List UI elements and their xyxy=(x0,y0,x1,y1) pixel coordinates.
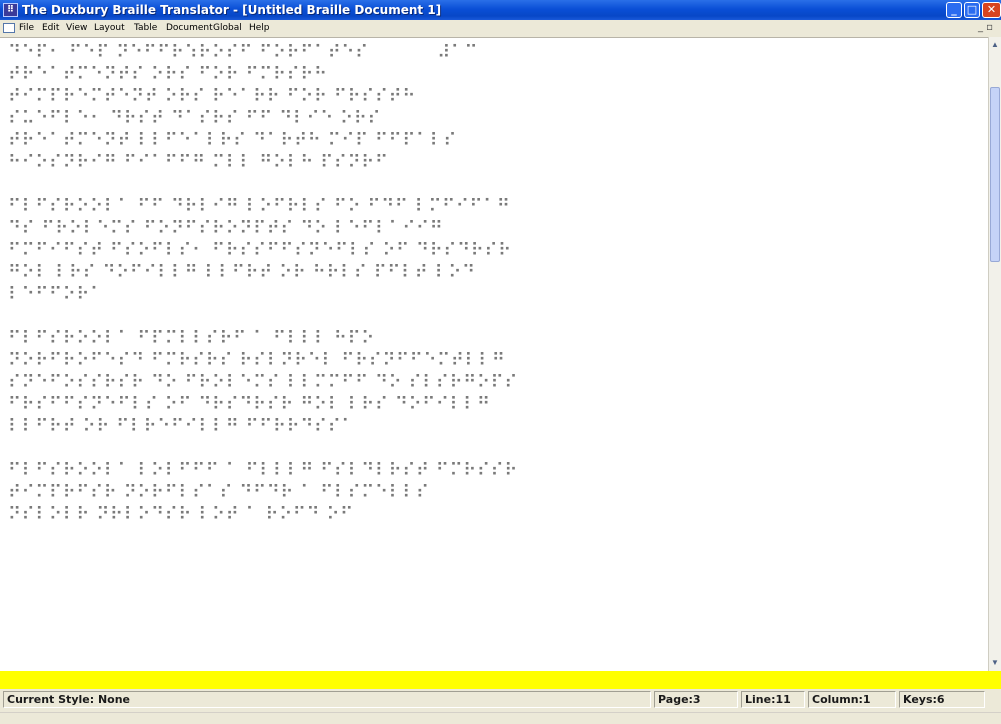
braille-line: ⠝⠎⠇⠕⠇⠗ ⠝⠗⠇⠕⠙⠎⠗ ⠇⠕⠞ ⠁ ⠗⠕⠋⠙ ⠕⠋ xyxy=(8,504,354,525)
braille-line: ⠞⠗⠑⠁⠞⠍⠑⠝⠞ ⠇⠇⠋⠑⠁⠇⠗⠎ ⠙⠁⠗⠞⠓ ⠍⠊⠏ ⠋⠋⠏⠁⠇⠎ xyxy=(8,130,458,151)
status-current-style: Current Style: None xyxy=(3,691,651,708)
status-bar: Current Style: None Page:3 Line:11 Colum… xyxy=(0,689,1001,712)
menu-document[interactable]: Document xyxy=(166,23,213,33)
scroll-down-arrow-icon[interactable]: ▼ xyxy=(989,657,1001,669)
menu-layout[interactable]: Layout xyxy=(94,23,125,33)
braille-line: ⠎⠝⠑⠋⠕⠎⠎⠗⠎⠗ ⠙⠕ ⠋⠗⠕⠇⠑⠍⠎ ⠇⠇⠍⠍⠋⠋ ⠙⠕ ⠎⠇⠎⠗⠛⠕⠏⠎ xyxy=(8,372,519,393)
braille-line: ⠞⠊⠍⠏⠗⠑⠍⠞⠑⠝⠞ ⠕⠗⠎ ⠗⠑⠁⠗⠗ ⠋⠕⠗ ⠋⠗⠎⠎⠞⠓ xyxy=(8,86,417,107)
braille-line: ⠋⠇⠋⠎⠗⠕⠕⠇⠁ ⠇⠕⠇⠋⠋⠋ ⠁ ⠋⠇⠇⠇⠛ ⠋⠎⠇⠙⠇⠗⠎⠞ ⠋⠍⠗⠎⠎⠗ xyxy=(8,460,519,481)
duxbury-app-icon[interactable]: ⠿ xyxy=(3,3,18,17)
menu-global[interactable]: Global xyxy=(213,23,242,33)
braille-line: ⠋⠇⠋⠎⠗⠕⠕⠇⠁ ⠋⠏⠍⠇⠇⠎⠗⠋ ⠁ ⠋⠇⠇⠇ ⠓⠏⠕ xyxy=(8,328,375,349)
title-bar: ⠿ The Duxbury Braille Translator - [Unti… xyxy=(0,0,1001,20)
braille-line: ⠇⠑⠋⠋⠕⠗⠁ xyxy=(8,284,104,305)
window-title: The Duxbury Braille Translator - [Untitl… xyxy=(22,3,442,17)
braille-line: ⠋⠇⠋⠎⠗⠕⠕⠇⠁ ⠋⠋ ⠙⠗⠇⠊⠛ ⠇⠕⠋⠗⠇⠎ ⠋⠕ ⠋⠙⠋ ⠇⠍⠋⠊⠋⠁⠛ xyxy=(8,196,511,217)
braille-line: ⠎⠥⠑⠋⠇⠑⠂ ⠙⠗⠎⠞ ⠙⠁⠎⠗⠎ ⠋⠋ ⠙⠇⠊⠑ ⠕⠗⠎ xyxy=(8,108,382,129)
document-icon[interactable] xyxy=(3,23,15,33)
window-bottom-edge xyxy=(0,712,1001,724)
maximize-button[interactable]: □ xyxy=(964,2,980,18)
mdi-window-controls[interactable]: _ ▫ xyxy=(978,22,993,33)
current-line-highlight-bar xyxy=(0,671,1001,689)
braille-line: ⠙⠎ ⠋⠗⠕⠇⠑⠍⠎ ⠋⠕⠝⠋⠎⠗⠕⠝⠏⠞⠎ ⠙⠕ ⠇⠑⠋⠇⠁⠊⠊⠛ xyxy=(8,218,444,239)
menu-bar: File Edit View Layout Table Document Glo… xyxy=(0,20,1001,37)
braille-line: ⠙⠑⠏⠂ ⠋⠑⠏ ⠝⠑⠋⠋⠗⠱⠗⠕⠎⠋ ⠋⠕⠗⠋⠁⠞⠑⠎ ⠼⠁⠉ xyxy=(8,42,479,63)
menu-edit[interactable]: Edit xyxy=(42,23,59,33)
scrollbar-thumb[interactable] xyxy=(990,87,1000,262)
scroll-up-arrow-icon[interactable]: ▲ xyxy=(989,39,1001,51)
braille-line: ⠇⠇⠋⠗⠞ ⠕⠗ ⠋⠇⠗⠑⠋⠊⠇⠇⠛ ⠋⠋⠗⠗⠙⠎⠎⠁ xyxy=(8,416,356,437)
status-page: Page:3 xyxy=(654,691,738,708)
braille-document-area[interactable]: ⠙⠑⠏⠂ ⠋⠑⠏ ⠝⠑⠋⠋⠗⠱⠗⠕⠎⠋ ⠋⠕⠗⠋⠁⠞⠑⠎ ⠼⠁⠉ ⠞⠗⠑⠁⠞⠍⠑… xyxy=(0,37,988,671)
status-column: Column:1 xyxy=(808,691,896,708)
braille-line: ⠋⠍⠋⠊⠋⠎⠞ ⠋⠎⠕⠋⠇⠎⠂ ⠋⠗⠎⠎⠋⠋⠎⠝⠑⠋⠇⠎ ⠕⠋ ⠙⠗⠎⠙⠗⠎⠗ xyxy=(8,240,512,261)
braille-line: ⠛⠕⠇ ⠇⠗⠎ ⠙⠕⠋⠊⠇⠇⠛ ⠇⠇⠋⠗⠞ ⠕⠗ ⠓⠗⠇⠎ ⠏⠋⠇⠞ ⠇⠕⠙ xyxy=(8,262,476,283)
close-button[interactable]: ✕ xyxy=(982,2,1001,18)
menu-file[interactable]: File xyxy=(19,23,34,33)
braille-line: ⠞⠊⠍⠏⠗⠋⠎⠗ ⠝⠕⠗⠋⠇⠎⠁⠎ ⠙⠋⠙⠗ ⠁ ⠋⠇⠎⠍⠑⠇⠇⠎ xyxy=(8,482,430,503)
braille-line: ⠞⠗⠑⠁⠞⠍⠑⠝⠞⠎ ⠕⠗⠎ ⠋⠕⠗ ⠋⠍⠗⠎⠗⠓ xyxy=(8,64,328,85)
braille-line: ⠋⠗⠎⠋⠋⠎⠝⠑⠋⠇⠎ ⠕⠋ ⠙⠗⠎⠙⠗⠎⠗ ⠛⠕⠇ ⠇⠗⠎ ⠙⠕⠋⠊⠇⠇⠛ xyxy=(8,394,491,415)
vertical-scrollbar[interactable]: ▲ ▼ xyxy=(988,37,1001,671)
braille-line: ⠓⠊⠕⠎⠝⠗⠊⠛ ⠋⠊⠁⠋⠋⠛ ⠍⠇⠇ ⠛⠕⠇⠓ ⠏⠎⠝⠗⠋ xyxy=(8,152,389,173)
braille-line: ⠝⠕⠗⠋⠗⠕⠋⠑⠎⠙ ⠋⠍⠗⠎⠗⠎ ⠗⠎⠇⠝⠗⠑⠇ ⠋⠗⠎⠝⠋⠋⠑⠍⠞⠇⠇⠛ xyxy=(8,350,506,371)
status-keys: Keys:6 xyxy=(899,691,985,708)
status-line: Line:11 xyxy=(741,691,805,708)
menu-help[interactable]: Help xyxy=(249,23,270,33)
menu-view[interactable]: View xyxy=(66,23,87,33)
minimize-button[interactable]: _ xyxy=(946,2,962,18)
menu-table[interactable]: Table xyxy=(134,23,157,33)
